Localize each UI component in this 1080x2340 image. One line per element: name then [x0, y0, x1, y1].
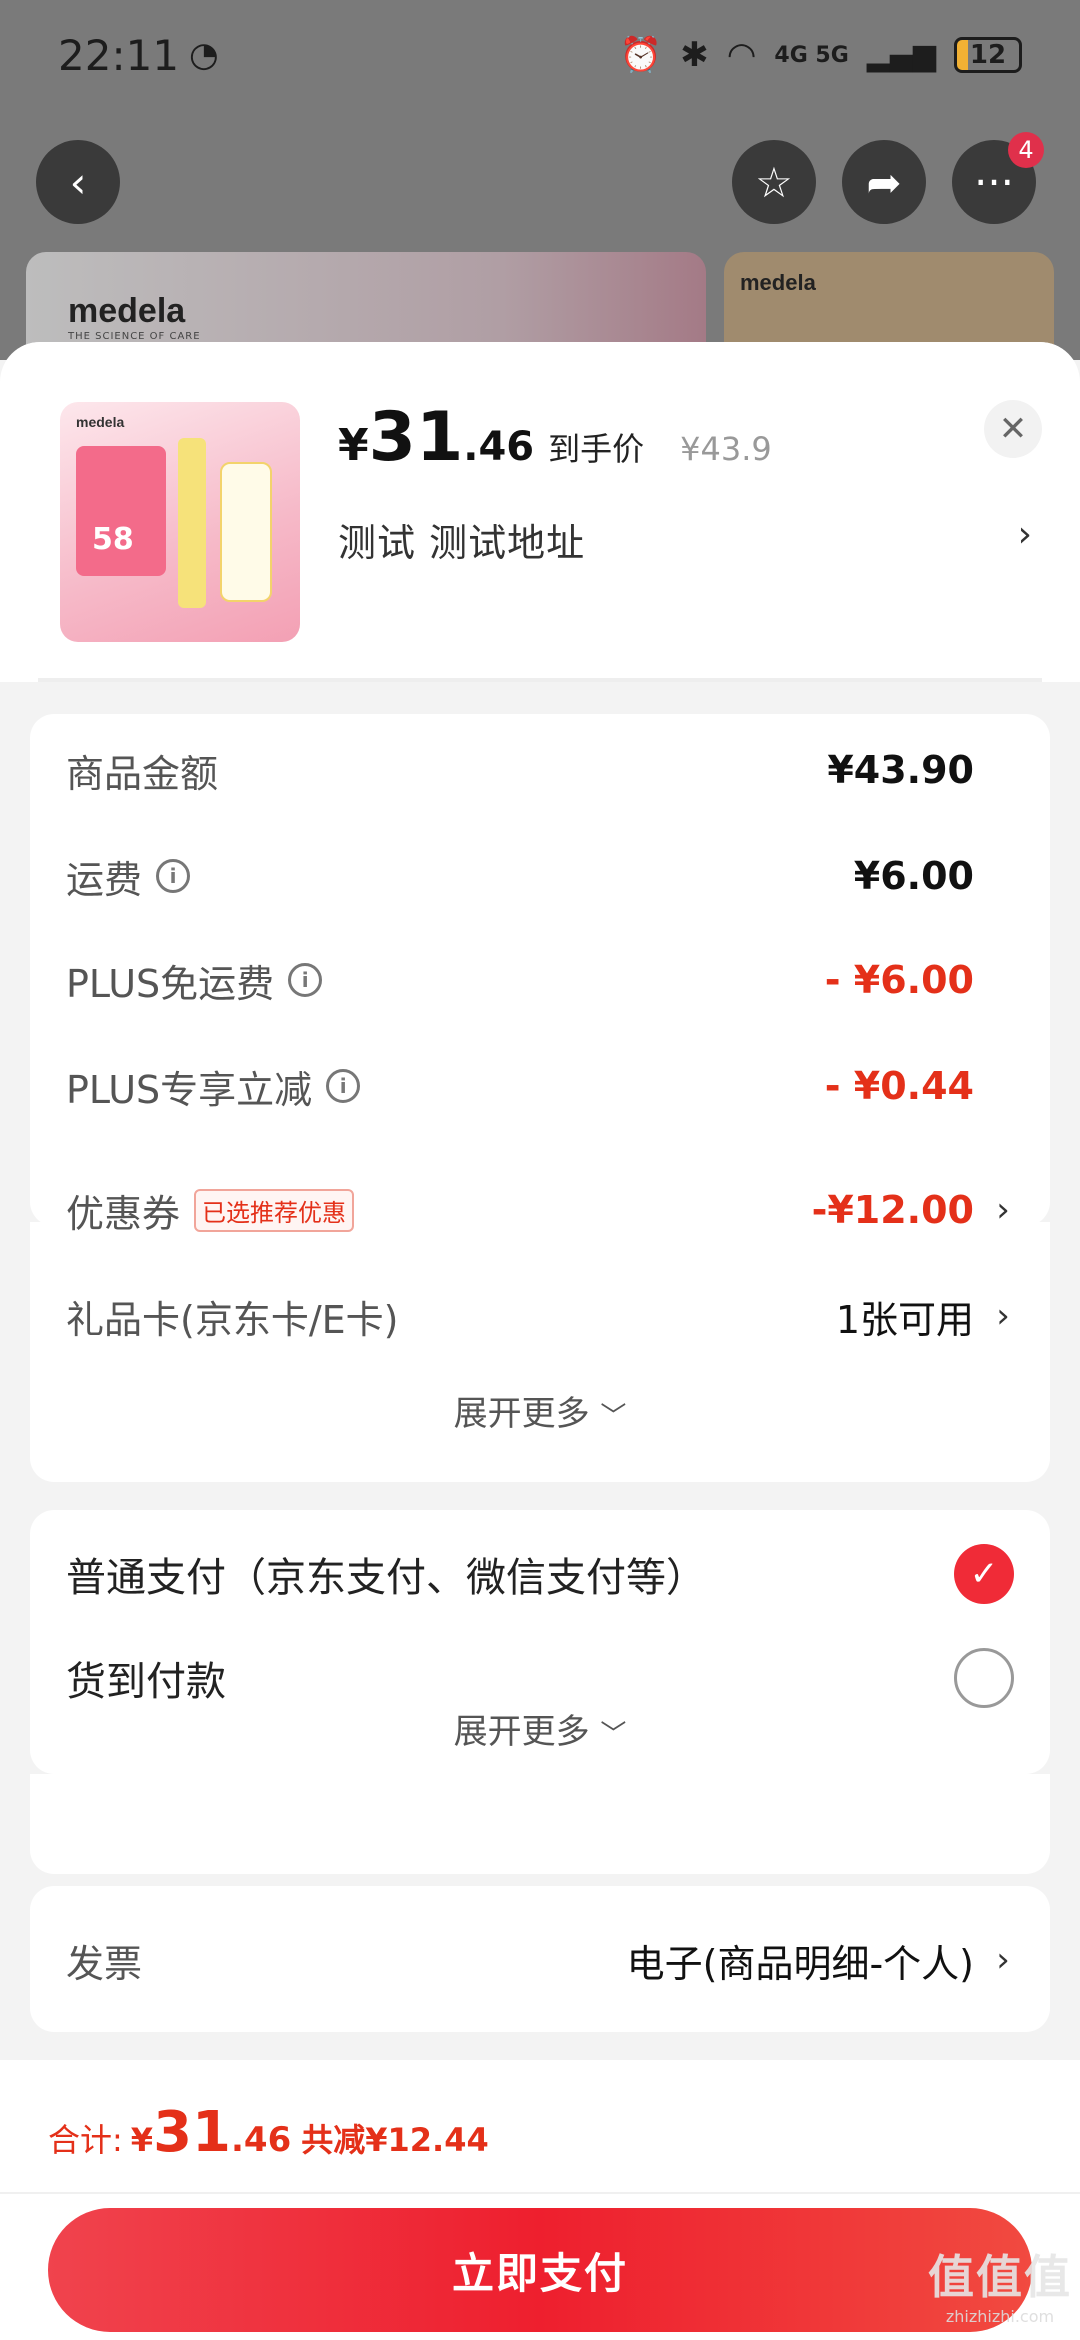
row-value: ¥43.90: [827, 748, 974, 792]
close-button[interactable]: ✕: [984, 400, 1042, 458]
cost-row-plus-discount: PLUS专享立减 i - ¥0.44: [66, 1056, 1014, 1116]
shipping-address[interactable]: 测试 测试地址: [338, 512, 585, 567]
info-icon[interactable]: i: [326, 1069, 361, 1103]
coupon-tag: 已选推荐优惠: [194, 1188, 355, 1232]
divider: [38, 678, 1042, 682]
price-symbol: ¥: [338, 420, 369, 471]
total-label: 合计:: [48, 2121, 123, 2159]
row-label: PLUS专享立减: [66, 1067, 313, 1112]
speed-icon: ◔: [189, 35, 219, 75]
cost-row-plus-free-shipping: PLUS免运费 i - ¥6.00: [66, 950, 1014, 1010]
payment-option-label: 货到付款: [66, 1659, 226, 1705]
divider: [0, 2192, 1080, 2194]
banner-brand-secondary: medela: [740, 270, 816, 295]
wifi-icon: ◠: [726, 35, 757, 75]
product-thumbnail[interactable]: medela 58: [60, 402, 300, 642]
checkout-bottom-bar: 合计: ¥ 31 .46 共减¥12.44 立即支付 值值值 zhizhizhi…: [0, 2060, 1080, 2340]
bluetooth-icon: ✱: [680, 35, 709, 75]
chevron-down-icon: ﹀: [600, 1720, 627, 1750]
total-decimal: .46: [231, 2120, 292, 2160]
product-header: medela 58 ¥ 31 .46 到手价 ¥43.9 ✕ 测试 测试地址 ›: [0, 342, 1080, 682]
chevron-right-icon: ›: [996, 1296, 1010, 1336]
chevron-right-icon: ›: [996, 1190, 1010, 1230]
status-right: ⏰ ✱ ◠ 4G 5G ▂▄▆ 12: [620, 35, 1022, 75]
signal-icon: ▂▄▆: [866, 37, 936, 73]
cost-breakdown-card-continued: 优惠券 已选推荐优惠 -¥12.00 › 礼品卡(京东卡/E卡) 1张可用 › …: [30, 1188, 1050, 1482]
clock: 22:11: [58, 30, 180, 80]
back-button[interactable]: ‹: [36, 140, 120, 224]
cost-row-shipping: 运费 i ¥6.00: [66, 846, 1014, 906]
payment-option-online[interactable]: 普通支付（京东支付、微信支付等） ✓: [66, 1536, 1014, 1612]
info-icon[interactable]: i: [156, 859, 191, 893]
status-left: 22:11 ◔: [58, 31, 219, 80]
expand-more-payment[interactable]: 展开更多 ﹀: [30, 1704, 1050, 1753]
invoice-row[interactable]: 发票 电子(商品明细-个人) ›: [66, 1930, 1014, 1990]
order-total: 合计: ¥ 31 .46 共减¥12.44: [48, 2100, 489, 2165]
expand-label: 展开更多: [453, 1712, 590, 1752]
thumbnail-badge: 58: [92, 522, 134, 557]
more-icon: ···: [973, 157, 1015, 207]
chevron-right-icon: ›: [996, 1940, 1010, 1980]
status-bar: 22:11 ◔ ⏰ ✱ ◠ 4G 5G ▂▄▆ 12: [0, 0, 1080, 110]
final-price: ¥ 31 .46 到手价 ¥43.9: [338, 398, 772, 477]
watermark: 值值值 zhizhizhi.com: [928, 2241, 1072, 2326]
expand-more-costs[interactable]: 展开更多 ﹀: [30, 1386, 1050, 1435]
cost-row-gift-card[interactable]: 礼品卡(京东卡/E卡) 1张可用 ›: [66, 1286, 1014, 1346]
check-icon[interactable]: ✓: [954, 1544, 1014, 1604]
banner-tagline: THE SCIENCE OF CARE: [68, 331, 201, 342]
total-symbol: ¥: [130, 2121, 154, 2159]
row-label: PLUS免运费: [66, 961, 275, 1006]
price-decimal: .46: [463, 424, 535, 470]
row-value: - ¥0.44: [824, 1064, 974, 1108]
pay-now-button[interactable]: 立即支付: [48, 2208, 1032, 2332]
battery-icon: 12: [954, 37, 1022, 73]
original-price: ¥43.9: [680, 430, 772, 468]
background-page: 22:11 ◔ ⏰ ✱ ◠ 4G 5G ▂▄▆ 12 ‹ ☆ ➦ ··· 4 m…: [0, 0, 1080, 372]
price-integer: 31: [368, 398, 464, 477]
notification-badge: 4: [1008, 132, 1044, 168]
cost-row-subtotal: 商品金额 ¥43.90: [66, 740, 1014, 800]
radio-button[interactable]: [954, 1648, 1014, 1708]
star-icon: ☆: [755, 157, 793, 207]
share-icon: ➦: [866, 157, 902, 207]
thumbnail-tube-large: [220, 462, 272, 602]
watermark-url: zhizhizhi.com: [945, 2307, 1055, 2326]
more-button[interactable]: ··· 4: [952, 132, 1044, 224]
price-tag: 到手价: [548, 430, 645, 468]
chevron-left-icon: ‹: [69, 157, 87, 207]
checkout-sheet: medela 58 ¥ 31 .46 到手价 ¥43.9 ✕ 测试 测试地址 ›…: [0, 342, 1080, 2340]
row-value: ¥6.00: [853, 854, 974, 898]
nav-row: ‹ ☆ ➦ ··· 4: [0, 132, 1080, 240]
invoice-card[interactable]: 发票 电子(商品明细-个人) ›: [30, 1886, 1050, 2032]
payment-option-label: 普通支付（京东支付、微信支付等）: [66, 1555, 706, 1601]
row-label: 运费: [66, 857, 143, 902]
watermark-logo: 值值值: [928, 2250, 1072, 2304]
row-label: 礼品卡(京东卡/E卡): [66, 1297, 399, 1342]
total-integer: 31: [153, 2100, 231, 2165]
thumbnail-brand: medela: [76, 414, 125, 430]
row-value: -¥12.00: [811, 1188, 974, 1232]
row-value: - ¥6.00: [824, 958, 974, 1002]
invoice-value: 电子(商品明细-个人): [626, 1941, 974, 1986]
expand-label: 展开更多: [453, 1394, 590, 1434]
battery-level: 12: [969, 40, 1007, 70]
row-label: 优惠券: [66, 1191, 181, 1236]
close-icon: ✕: [998, 409, 1028, 449]
cost-row-coupon[interactable]: 优惠券 已选推荐优惠 -¥12.00 ›: [66, 1180, 1014, 1240]
info-icon[interactable]: i: [288, 963, 323, 997]
network-label: 4G 5G: [774, 42, 849, 68]
invoice-label: 发票: [66, 1941, 143, 1986]
chevron-down-icon: ﹀: [600, 1402, 627, 1432]
banner-brand: medela: [68, 292, 186, 330]
favorite-button[interactable]: ☆: [732, 140, 816, 224]
thumbnail-tube: [178, 438, 206, 608]
alarm-icon: ⏰: [619, 35, 663, 75]
total-savings: 共减¥12.44: [301, 2121, 489, 2159]
share-button[interactable]: ➦: [842, 140, 926, 224]
row-value: 1张可用: [835, 1297, 974, 1342]
chevron-right-icon[interactable]: ›: [1018, 514, 1032, 555]
cost-breakdown-card: 商品金额 ¥43.90 运费 i ¥6.00 PLUS免运费 i - ¥6.00…: [30, 714, 1050, 1226]
row-label: 商品金额: [66, 751, 219, 796]
payment-method-card-footer: 展开更多 ﹀: [30, 1712, 1050, 1874]
